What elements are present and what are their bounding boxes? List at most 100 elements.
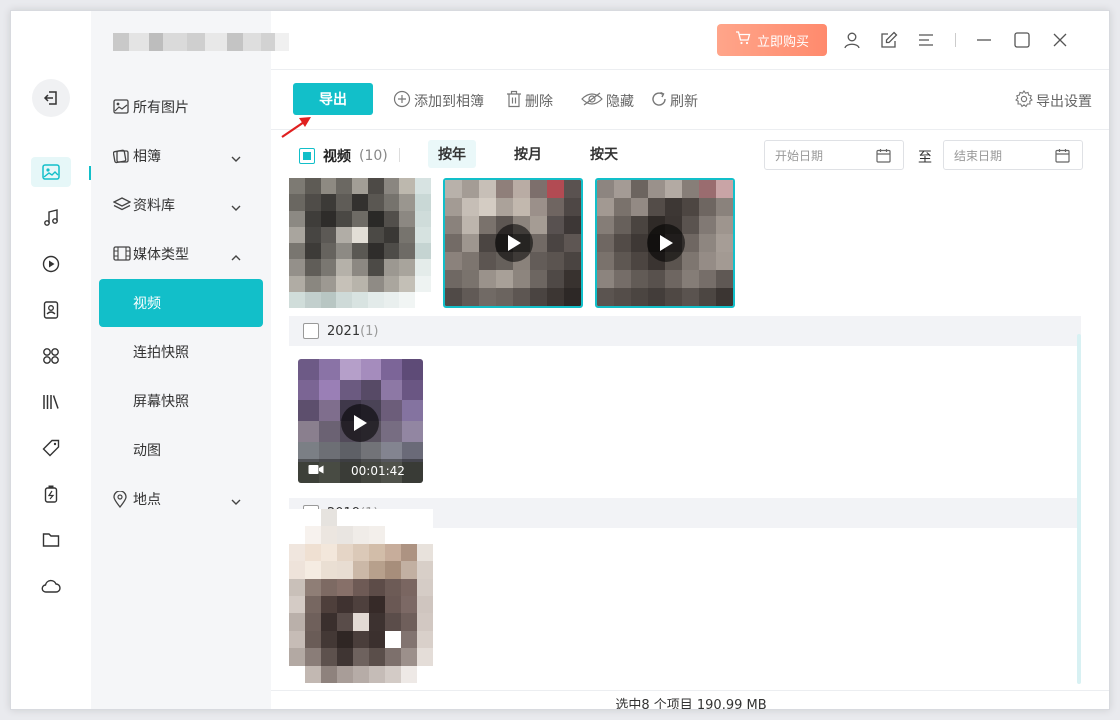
sidebar-item-label: 视频 bbox=[133, 296, 161, 312]
header-divider bbox=[955, 33, 956, 47]
year-label: 2021 bbox=[327, 323, 361, 339]
close-icon[interactable] bbox=[1049, 29, 1071, 51]
sidebar-item-label: 资料库 bbox=[133, 198, 175, 214]
app-window: 所有图片 相簿 资料库 媒体类型 视频 连拍快照 屏幕快照 动图 地点 立即购买… bbox=[10, 10, 1110, 710]
end-date-placeholder: 结束日期 bbox=[954, 148, 1003, 163]
sidebar-item-label: 屏幕快照 bbox=[133, 394, 189, 410]
video-thumbnail[interactable]: 00:01:42 bbox=[298, 359, 423, 483]
filter-count: (10) bbox=[359, 148, 388, 164]
date-range-separator: 至 bbox=[918, 150, 932, 166]
maximize-icon[interactable] bbox=[1011, 29, 1033, 51]
film-icon bbox=[113, 246, 131, 265]
user-icon[interactable] bbox=[841, 29, 863, 51]
sidebar-item-library[interactable]: 资料库 bbox=[91, 181, 271, 229]
hide-button[interactable]: 隐藏 bbox=[581, 91, 634, 111]
delete-label: 删除 bbox=[525, 94, 553, 110]
tab-by-day[interactable]: 按天 bbox=[580, 140, 628, 168]
buy-now-button[interactable]: 立即购买 bbox=[717, 24, 827, 56]
app-logo bbox=[113, 33, 289, 51]
status-bar: 选中8 个项目 190.99 MB bbox=[271, 690, 1109, 709]
main-content: 导出 添加到相簿 删除 隐藏 刷新 导出设置 视频 (10) 按年 按月 按天 … bbox=[271, 69, 1109, 709]
sidebar-item-label: 地点 bbox=[133, 492, 161, 508]
scrollbar[interactable] bbox=[1077, 334, 1081, 684]
select-all-checkbox[interactable] bbox=[299, 148, 315, 164]
sidebar-item-animated[interactable]: 动图 bbox=[91, 426, 271, 474]
plus-circle-icon bbox=[393, 90, 411, 112]
filter-bar: 视频 (10) 按年 按月 按天 开始日期 至 结束日期 bbox=[271, 130, 1109, 178]
start-date-field[interactable]: 开始日期 bbox=[764, 140, 904, 170]
play-icon[interactable] bbox=[647, 224, 685, 262]
eye-off-icon bbox=[581, 91, 603, 111]
year-group-2021: 2021 (1) bbox=[289, 316, 1081, 346]
contacts-icon[interactable] bbox=[31, 295, 71, 325]
category-panel: 所有图片 相簿 资料库 媒体类型 视频 连拍快照 屏幕快照 动图 地点 bbox=[91, 11, 289, 709]
play-icon[interactable] bbox=[341, 404, 379, 442]
video-thumbnail[interactable] bbox=[595, 178, 735, 308]
video-camera-icon bbox=[308, 464, 324, 478]
battery-icon[interactable] bbox=[31, 479, 71, 509]
chevron-down-icon[interactable] bbox=[231, 151, 241, 167]
sidebar-item-all-photos[interactable]: 所有图片 bbox=[91, 83, 271, 131]
back-icon[interactable] bbox=[32, 79, 70, 117]
image-icon bbox=[113, 99, 129, 118]
chevron-up-icon[interactable] bbox=[231, 249, 241, 265]
cart-icon bbox=[735, 31, 751, 49]
year-checkbox[interactable] bbox=[303, 323, 319, 339]
cloud-icon[interactable] bbox=[31, 571, 71, 601]
calendar-icon[interactable] bbox=[1055, 148, 1070, 166]
play-icon[interactable] bbox=[495, 224, 533, 262]
photo-icon[interactable] bbox=[31, 157, 71, 187]
sidebar-item-albums[interactable]: 相簿 bbox=[91, 132, 271, 180]
chevron-down-icon[interactable] bbox=[231, 200, 241, 216]
video-thumbnail[interactable] bbox=[289, 178, 431, 308]
tab-by-year[interactable]: 按年 bbox=[428, 140, 476, 168]
calendar-icon[interactable] bbox=[876, 148, 891, 166]
tag-icon[interactable] bbox=[31, 433, 71, 463]
end-date-field[interactable]: 结束日期 bbox=[943, 140, 1083, 170]
filter-title: 视频 bbox=[323, 149, 351, 165]
add-to-album-button[interactable]: 添加到相簿 bbox=[393, 90, 484, 112]
sidebar-item-video[interactable]: 视频 bbox=[99, 279, 263, 327]
select-all-videos[interactable]: 视频 (10) bbox=[299, 146, 388, 166]
hide-label: 隐藏 bbox=[606, 94, 634, 110]
chevron-down-icon[interactable] bbox=[231, 494, 241, 510]
tab-by-month[interactable]: 按月 bbox=[504, 140, 552, 168]
album-icon bbox=[112, 148, 129, 168]
delete-button[interactable]: 删除 bbox=[506, 90, 553, 112]
sidebar-item-label: 相簿 bbox=[133, 149, 161, 165]
sidebar-item-label: 动图 bbox=[133, 443, 161, 459]
sidebar-item-burst[interactable]: 连拍快照 bbox=[91, 328, 271, 376]
sidebar-item-label: 连拍快照 bbox=[133, 345, 189, 361]
sidebar-item-places[interactable]: 地点 bbox=[91, 475, 271, 523]
folder-icon[interactable] bbox=[31, 525, 71, 555]
refresh-label: 刷新 bbox=[670, 94, 698, 110]
trash-icon bbox=[506, 90, 522, 112]
music-icon[interactable] bbox=[31, 203, 71, 233]
apps-icon[interactable] bbox=[31, 341, 71, 371]
menu-icon[interactable] bbox=[915, 29, 937, 51]
play-circle-icon[interactable] bbox=[31, 249, 71, 279]
location-icon bbox=[113, 490, 127, 512]
buy-now-label: 立即购买 bbox=[756, 34, 809, 50]
filter-divider bbox=[399, 148, 400, 162]
year-count: (1) bbox=[360, 323, 379, 339]
video-duration: 00:01:42 bbox=[351, 464, 405, 478]
gear-icon bbox=[1015, 90, 1033, 112]
minimize-icon[interactable] bbox=[973, 29, 995, 51]
export-button[interactable]: 导出 bbox=[293, 83, 373, 115]
refresh-icon bbox=[651, 91, 667, 111]
export-settings-button[interactable]: 导出设置 bbox=[1015, 90, 1092, 112]
edit-icon[interactable] bbox=[878, 29, 900, 51]
layers-icon bbox=[112, 197, 132, 217]
video-thumbnail[interactable] bbox=[289, 509, 433, 683]
video-thumbnail[interactable] bbox=[443, 178, 583, 308]
sidebar-item-media-type[interactable]: 媒体类型 bbox=[91, 230, 271, 278]
toolbar: 导出 添加到相簿 删除 隐藏 刷新 导出设置 bbox=[271, 70, 1109, 138]
sidebar-item-label: 所有图片 bbox=[133, 100, 189, 116]
library-icon[interactable] bbox=[31, 387, 71, 417]
sidebar-item-screenshots[interactable]: 屏幕快照 bbox=[91, 377, 271, 425]
video-duration-bar: 00:01:42 bbox=[298, 459, 423, 483]
start-date-placeholder: 开始日期 bbox=[775, 148, 824, 163]
nav-rail bbox=[11, 11, 91, 709]
refresh-button[interactable]: 刷新 bbox=[651, 91, 698, 111]
